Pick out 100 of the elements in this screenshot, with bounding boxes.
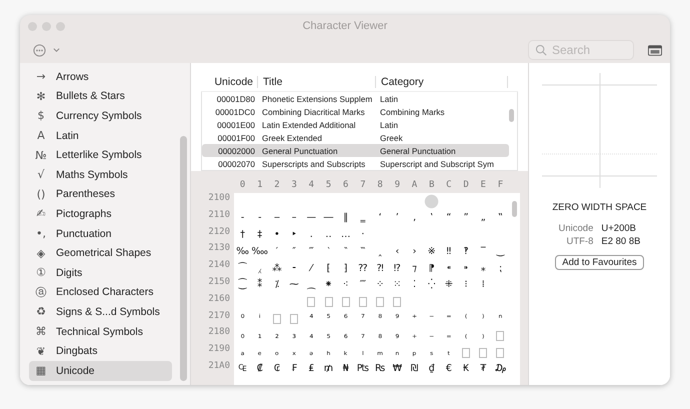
character-cell[interactable]: ― [320,210,338,227]
character-cell[interactable]: ‛ [423,210,440,227]
sidebar-item[interactable]: ✍ Pictographs [29,204,172,224]
sidebar-item[interactable]: $ Currency Symbols [29,106,172,126]
character-cell[interactable]: ₦ [337,360,354,378]
character-cell[interactable]: ₀ [234,327,252,344]
sidebar-item[interactable]: ◈ Geometrical Shapes [29,243,172,263]
character-cell[interactable]: ⁀ [234,260,252,277]
character-cell[interactable]: ⁊ [406,260,424,277]
character-cell[interactable]: ‾ [474,243,492,260]
character-cell[interactable]: ₅ [320,327,338,344]
character-cell[interactable]: ‼ [440,243,458,260]
character-cell[interactable]: ‗ [354,210,372,227]
sidebar-item[interactable]: •, Punctuation [29,224,172,244]
column-header[interactable]: Unicode [201,76,258,88]
sidebar-item[interactable]: → Arrows [29,67,172,87]
scrollbar-thumb[interactable] [180,136,187,381]
character-cell[interactable]: ⁇ [354,260,372,277]
character-cell[interactable]: ‿ [492,243,509,260]
character-cell[interactable]: ⁉ [388,260,406,277]
character-cell[interactable]: ⁞ [474,276,492,294]
character-cell[interactable]: ‐ [234,210,252,227]
table-row[interactable]: 00001D80 Phonetic Extensions Supplem Latin [202,92,509,105]
character-cell[interactable]: ₘ [372,344,389,361]
character-cell[interactable]: ₫ [423,360,440,378]
character-cell[interactable]: ‶ [337,243,354,260]
character-cell[interactable]: ⁂ [268,260,286,277]
character-cell[interactable]: ⁿ [492,310,509,328]
character-cell[interactable]: ₋ [423,327,440,344]
character-cell[interactable]: ‣ [286,226,303,244]
character-cell[interactable]: ₠ [234,360,252,378]
character-cell[interactable]: ⁺ [406,310,424,328]
scrollbar-thumb[interactable] [509,109,514,122]
character-cell[interactable]: ” [457,210,475,227]
character-cell[interactable]: ⁖ [337,276,354,294]
sidebar-item[interactable]: ♻ Signs & S...d Symbols [29,302,172,322]
table-row[interactable]: 00001F00 Greek Extended Greek [202,131,509,144]
character-cell[interactable]: ‟ [492,210,509,227]
character-cell[interactable]: ⁙ [388,276,406,294]
character-cell[interactable]: ⁓ [286,276,303,294]
character-cell[interactable]: ⁚ [406,276,424,294]
keyboard-window-icon[interactable] [648,44,662,56]
character-cell[interactable]: ‽ [457,243,475,260]
character-cell[interactable]: ⁑ [251,276,268,294]
character-cell[interactable]: ₉ [388,327,406,344]
character-cell[interactable]: ⁘ [372,276,389,294]
character-cell[interactable]: ₣ [286,360,303,378]
character-cell[interactable]: ₃ [286,327,303,344]
character-cell[interactable]: ‷ [354,243,372,260]
character-cell[interactable]: ‥ [320,226,338,244]
character-cell[interactable]: ⁝ [457,276,475,294]
character-cell[interactable]: ‹ [388,243,406,260]
sidebar-item[interactable]: ▦ Unicode [29,360,172,380]
character-cell[interactable]: ⁎ [474,260,492,277]
character-cell[interactable]: ⁆ [337,260,354,277]
table-row[interactable]: 00001DC0 Combining Diacritical Marks Combining Marks [202,105,509,118]
character-cell[interactable]: ‴ [302,243,320,260]
character-cell[interactable]: “ [440,210,458,227]
zoom-button[interactable] [56,22,65,30]
sidebar-item[interactable]: ❦ Dingbats [29,341,172,361]
character-cell[interactable]: ⁁ [251,260,268,277]
sidebar-item[interactable]: A Latin [29,126,172,146]
character-cell[interactable]: ₌ [440,327,458,344]
ellipsis-icon[interactable] [33,44,46,56]
character-cell[interactable]: ⁗ [354,276,372,294]
sidebar-item[interactable]: ① Digits [29,262,172,283]
character-cell[interactable]: ‸ [372,243,389,260]
character-cell[interactable]: ₗ [354,344,372,361]
character-cell[interactable]: ₂ [268,327,286,344]
chevron-down-icon[interactable] [53,47,60,53]
character-cell[interactable]: ‒ [268,210,286,227]
character-cell[interactable]: ₎ [474,327,492,344]
character-cell[interactable]: ⁐ [234,276,252,294]
character-cell[interactable]: ₕ [320,344,338,361]
character-cell[interactable]: ‵ [320,243,338,260]
character-cell[interactable]: ₜ [440,344,458,361]
character-cell[interactable]: ⁜ [440,276,458,294]
character-cell[interactable]: ₥ [320,360,338,378]
column-header[interactable]: Category [376,76,508,88]
character-cell[interactable]: ₍ [457,327,475,344]
character-cell[interactable]: ₩ [388,360,406,378]
character-cell[interactable]: ’ [388,210,406,227]
character-cell[interactable]: ⁋ [423,260,440,277]
table-row[interactable]: 00002070 Superscripts and Subscripts Superscript and Subscript Sym [202,157,509,170]
character-cell[interactable]: ₭ [457,360,475,378]
column-header[interactable]: Title [258,76,376,88]
character-cell[interactable]: ₡ [251,360,268,378]
character-cell[interactable]: ₐ [234,344,252,361]
character-cell[interactable]: ⁼ [440,310,458,328]
character-cell[interactable]: ₧ [354,360,372,378]
character-cell[interactable]: ⁷ [354,310,372,328]
character-cell[interactable]: ⁃ [286,260,303,277]
character-cell[interactable]: ″ [286,243,303,260]
character-cell[interactable]: ₛ [423,344,440,361]
character-cell[interactable]: ⁒ [268,276,286,294]
character-cell[interactable]: › [406,243,424,260]
character-cell[interactable]: ‑ [251,210,268,227]
character-cell[interactable]: ‚ [406,210,424,227]
character-cell[interactable]: ₇ [354,327,372,344]
character-cell[interactable]: ⁽ [457,310,475,328]
